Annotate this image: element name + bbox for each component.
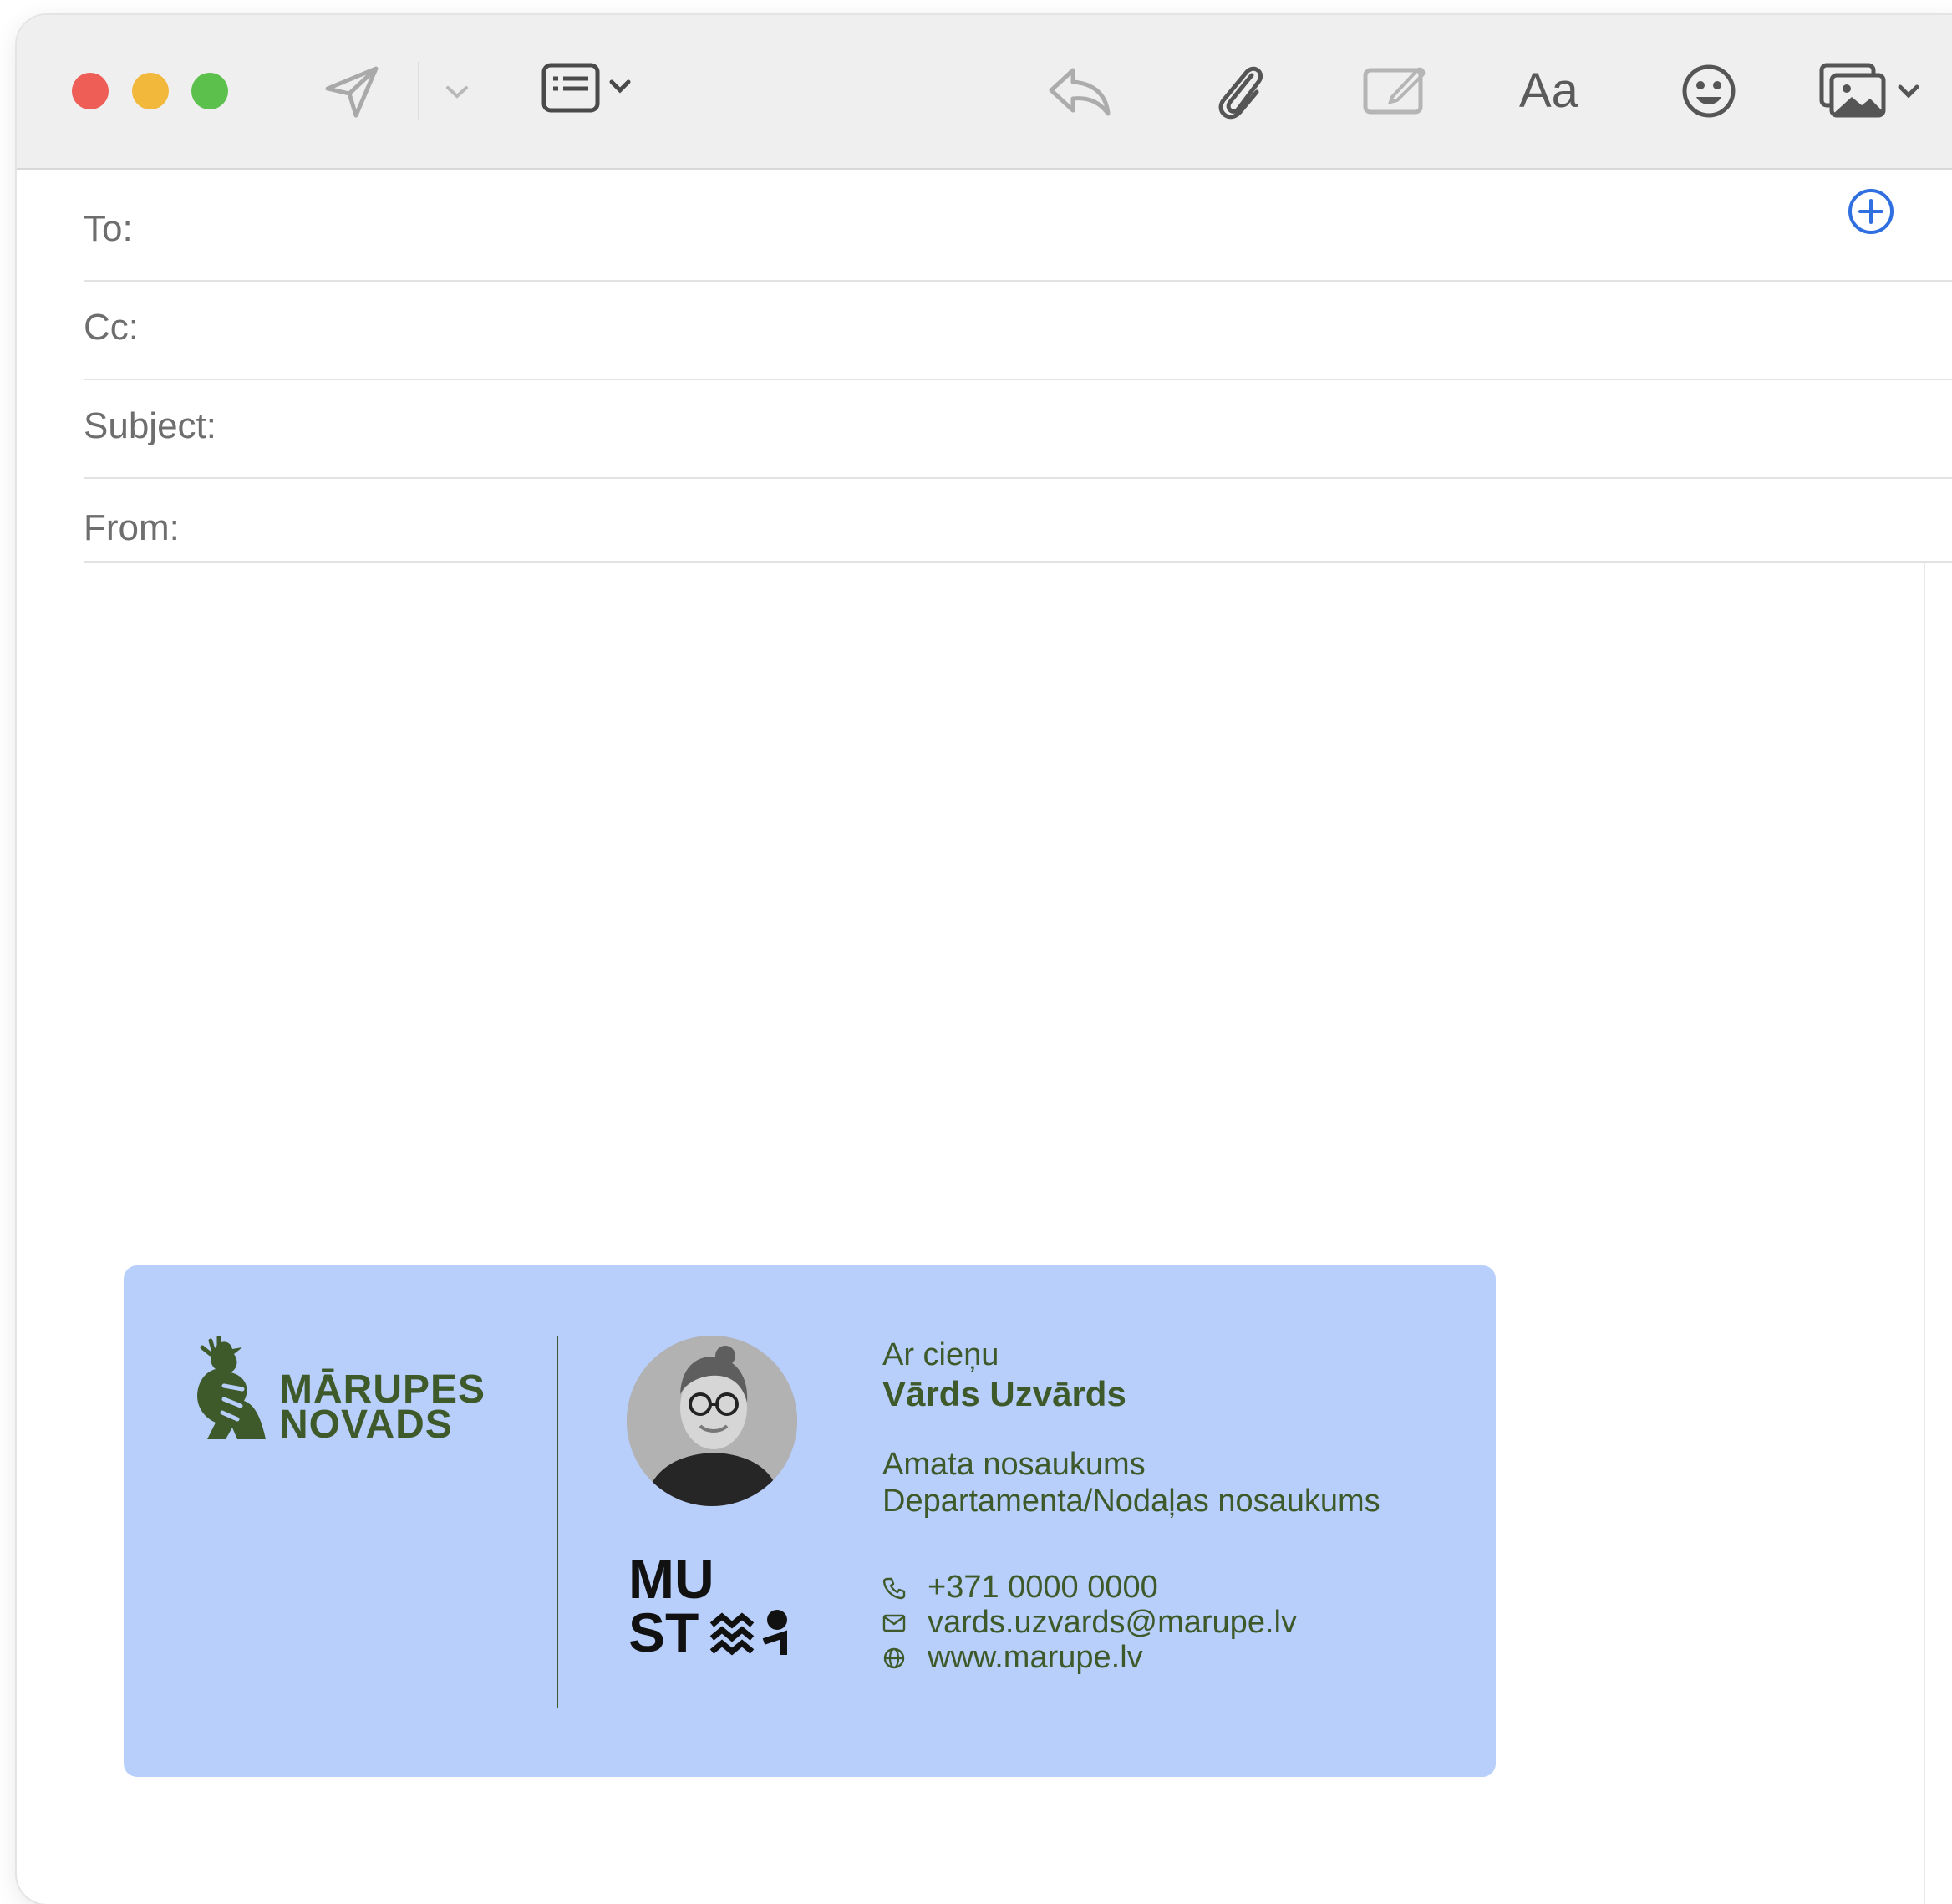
send-options-button[interactable] <box>445 84 470 100</box>
toolbar: Aa <box>17 15 1952 170</box>
header-fields-icon <box>541 63 631 113</box>
marupe-brand-wordmark: MĀRUPES NOVADS <box>279 1370 485 1447</box>
close-window-button[interactable] <box>72 73 109 109</box>
cc-row[interactable]: Cc: <box>84 282 1952 380</box>
globe-icon <box>882 1647 911 1670</box>
markup-icon <box>1363 67 1426 115</box>
email-address[interactable]: vards.uzvards@marupe.lv <box>928 1605 1297 1641</box>
signature-phone: +371 0000 0000 <box>882 1570 1158 1606</box>
brand-line-2: NOVADS <box>279 1403 453 1447</box>
plus-circle-icon <box>1848 189 1894 234</box>
emoji-button[interactable] <box>1680 62 1738 120</box>
cc-label: Cc: <box>84 307 139 348</box>
zoom-window-button[interactable] <box>191 73 228 109</box>
to-row[interactable]: To: <box>84 183 1952 282</box>
website-url[interactable]: www.marupe.lv <box>928 1640 1143 1676</box>
email-signature: MĀRUPES NOVADS MU ST Ar cieņu Vārds Uzvā… <box>124 1265 1496 1777</box>
department-name: Departamenta/Nodaļas nosaukums <box>882 1484 1380 1519</box>
from-label: From: <box>84 507 180 548</box>
emoji-icon <box>1682 64 1736 118</box>
signature-email[interactable]: vards.uzvards@marupe.lv <box>882 1605 1297 1641</box>
send-button[interactable] <box>323 64 383 120</box>
signature-position: Amata nosaukums Departamenta/Nodaļas nos… <box>882 1446 1380 1520</box>
subject-row[interactable]: Subject: <box>84 380 1952 479</box>
signature-website[interactable]: www.marupe.lv <box>882 1640 1143 1676</box>
subject-label: Subject: <box>84 405 216 446</box>
chevron-down-icon <box>446 86 468 99</box>
mail-icon <box>882 1613 911 1633</box>
phone-icon <box>882 1576 911 1600</box>
toolbar-separator <box>418 62 419 120</box>
add-recipient-button[interactable] <box>1847 187 1895 240</box>
markup-button[interactable] <box>1362 62 1429 117</box>
reply-icon <box>1049 68 1111 116</box>
to-label: To: <box>84 208 133 249</box>
send-icon <box>325 66 379 118</box>
paperclip-icon <box>1218 66 1263 120</box>
minimize-window-button[interactable] <box>132 73 169 109</box>
position-title: Amata nosaukums <box>882 1447 1146 1482</box>
phone-number: +371 0000 0000 <box>928 1570 1158 1605</box>
avatar <box>627 1336 797 1506</box>
from-row[interactable]: From: <box>84 479 1952 563</box>
mail-compose-window: Aa To: Cc: Subject: From: MĀRUPES NOVADS… <box>17 15 1952 1904</box>
marupe-bird-logo <box>191 1335 274 1447</box>
body-edge <box>1924 562 1925 1904</box>
signature-greeting: Ar cieņu <box>882 1337 999 1372</box>
format-label: Aa <box>1519 63 1578 118</box>
format-button[interactable]: Aa <box>1519 57 1578 124</box>
must-logo: MU ST <box>628 1548 792 1663</box>
photo-browser-icon <box>1819 63 1919 118</box>
photo-browser-button[interactable] <box>1818 62 1927 120</box>
reply-button[interactable] <box>1046 64 1113 119</box>
attach-button[interactable] <box>1210 57 1268 124</box>
header-fields-button[interactable] <box>541 62 633 117</box>
signature-divider <box>557 1336 558 1708</box>
svg-text:ST: ST <box>628 1601 699 1658</box>
signature-name: Vārds Uzvārds <box>882 1374 1126 1413</box>
